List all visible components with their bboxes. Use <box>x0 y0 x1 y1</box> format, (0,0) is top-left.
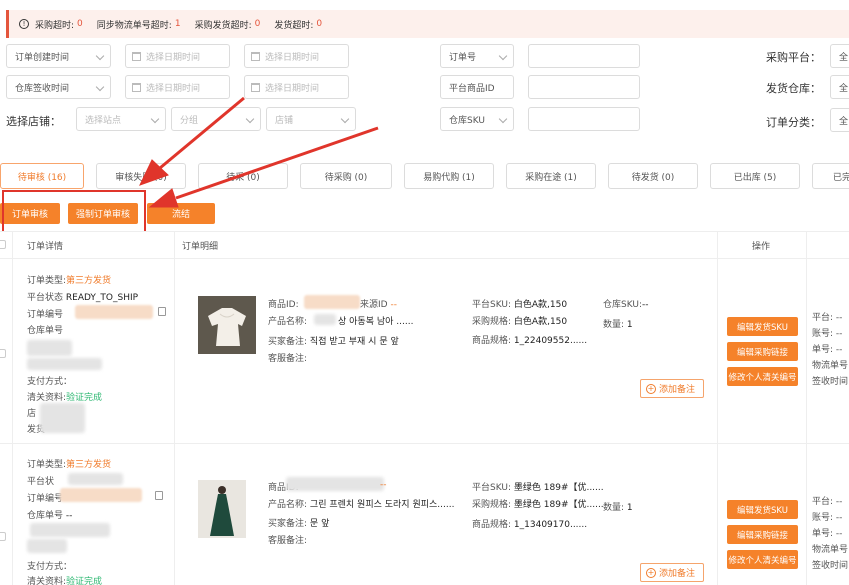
annotation-arrow <box>175 126 379 200</box>
order-management-page: ! 采购超时: 0 同步物流单号超时: 1 采购发货超时: 0 发货超时: 0 … <box>0 0 849 585</box>
arrow-head-icon <box>148 188 179 208</box>
annotation-arrow <box>159 96 245 170</box>
annotation-arrows <box>139 96 379 208</box>
